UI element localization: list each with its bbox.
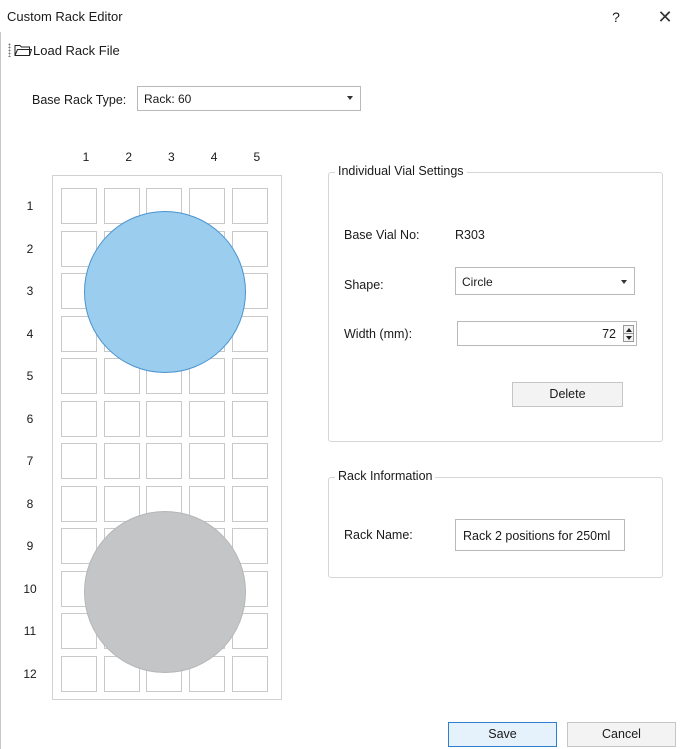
rack-column-label: 3 xyxy=(168,150,175,164)
rack-cell[interactable] xyxy=(231,485,268,522)
base-rack-type-select[interactable]: Rack: 60 xyxy=(137,86,361,111)
rack-name-input[interactable]: Rack 2 positions for 250ml xyxy=(455,519,625,551)
rack-cell[interactable] xyxy=(231,358,268,394)
chevron-down-icon xyxy=(347,96,353,100)
rack-information-title: Rack Information xyxy=(335,469,436,483)
rack-name-label: Rack Name: xyxy=(344,528,413,542)
rack-cell[interactable] xyxy=(189,400,226,437)
close-button[interactable]: ✕ xyxy=(652,5,678,29)
rack-cell[interactable] xyxy=(61,485,97,522)
rack-row-label: 9 xyxy=(26,539,34,553)
help-button[interactable]: ? xyxy=(604,6,628,28)
rack-cell[interactable] xyxy=(61,358,97,394)
rack-row-label: 11 xyxy=(23,624,37,638)
rack-cell[interactable] xyxy=(189,443,226,479)
width-value: 72 xyxy=(602,327,616,341)
base-vial-no-label: Base Vial No: xyxy=(344,228,420,242)
rack-row-label: 3 xyxy=(26,284,34,298)
folder-open-icon xyxy=(14,43,33,57)
shape-select[interactable]: Circle xyxy=(455,267,635,295)
rack-row-label: 8 xyxy=(26,496,34,511)
rack-cell[interactable] xyxy=(103,443,140,479)
rack-row-label: 4 xyxy=(26,326,34,341)
rack-column-label: 2 xyxy=(125,150,133,164)
toolbar: Load Rack File xyxy=(0,32,683,60)
rack-column-label: 4 xyxy=(210,150,218,164)
rack-row-label: 6 xyxy=(26,411,34,426)
save-button[interactable]: Save xyxy=(448,722,557,747)
chevron-down-icon xyxy=(621,280,627,284)
base-vial-no-value: R303 xyxy=(455,228,485,242)
rack-cell[interactable] xyxy=(61,443,97,479)
toolbar-grip[interactable] xyxy=(8,43,11,57)
rack-column-label: 1 xyxy=(82,150,90,164)
spin-up-icon[interactable] xyxy=(626,328,632,332)
rack-cell[interactable] xyxy=(231,400,268,437)
base-rack-type-value: Rack: 60 xyxy=(144,92,192,106)
base-rack-type-label: Base Rack Type: xyxy=(32,93,127,107)
rack-cell[interactable] xyxy=(61,655,97,692)
selected-vial[interactable] xyxy=(84,211,246,373)
rack-row-label: 10 xyxy=(23,581,37,596)
rack-row-label: 12 xyxy=(23,666,37,681)
width-label: Width (mm): xyxy=(344,327,413,341)
load-rack-file-label: Load Rack File xyxy=(33,42,120,58)
rack-row-label: 1 xyxy=(26,199,34,213)
rack-cell[interactable] xyxy=(61,400,97,437)
rack-cell[interactable] xyxy=(231,655,268,692)
title-bar: Custom Rack Editor ? ✕ xyxy=(0,0,683,32)
shape-value: Circle xyxy=(462,275,493,289)
delete-button[interactable]: Delete xyxy=(512,382,623,407)
spin-down-icon[interactable] xyxy=(626,336,632,340)
rack-row-label: 7 xyxy=(26,454,34,468)
width-input[interactable]: 72 xyxy=(457,321,637,346)
rack-cell[interactable] xyxy=(146,443,183,479)
individual-vial-settings-title: Individual Vial Settings xyxy=(335,164,467,178)
cancel-button[interactable]: Cancel xyxy=(567,722,676,747)
rack-row-label: 2 xyxy=(26,241,34,256)
shape-label: Shape: xyxy=(344,278,384,292)
vial[interactable] xyxy=(84,511,246,673)
rack-name-value: Rack 2 positions for 250ml xyxy=(463,529,611,543)
rack-column-label: 5 xyxy=(253,150,261,164)
width-spinner[interactable] xyxy=(623,325,634,342)
load-rack-file-button[interactable]: Load Rack File xyxy=(14,41,120,59)
rack-cell[interactable] xyxy=(231,188,268,224)
rack-cell[interactable] xyxy=(231,443,268,479)
window-title: Custom Rack Editor xyxy=(7,9,123,24)
rack-row-label: 5 xyxy=(26,369,34,383)
rack-cell[interactable] xyxy=(103,400,140,437)
rack-cell[interactable] xyxy=(146,400,183,437)
rack-cell[interactable] xyxy=(61,188,97,224)
